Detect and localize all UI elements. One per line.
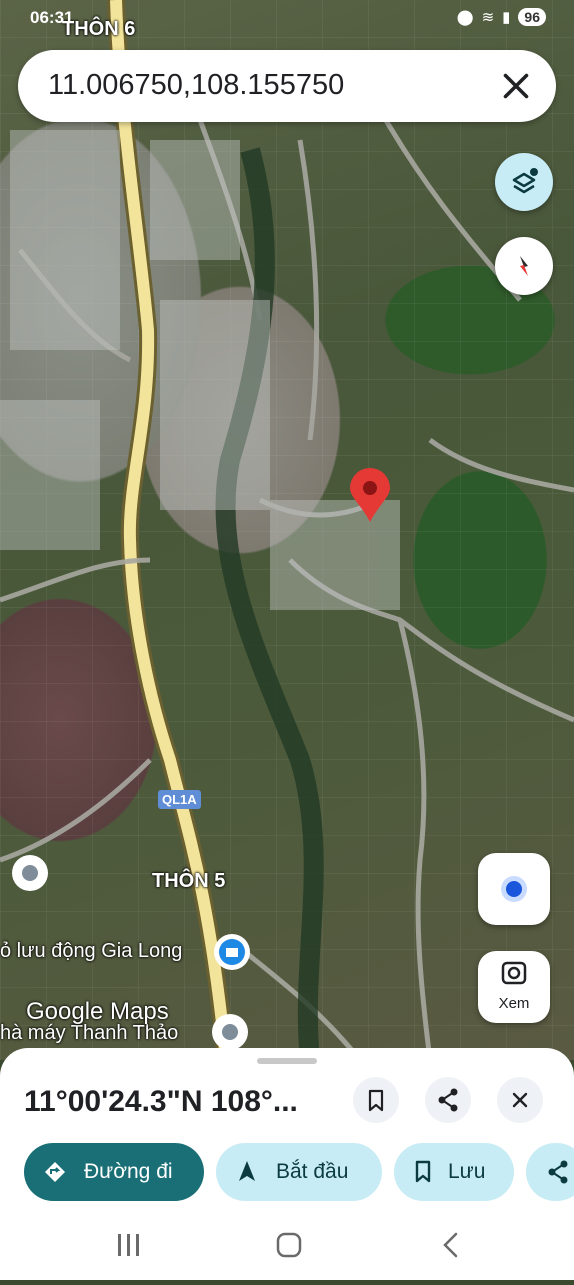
my-location-button[interactable] — [478, 853, 550, 925]
close-icon[interactable] — [498, 68, 534, 104]
share-chip-button[interactable] — [526, 1143, 574, 1201]
share-icon — [548, 1160, 568, 1184]
share-button[interactable] — [425, 1077, 471, 1123]
map-poi-gia-long[interactable]: ỏ lưu động Gia Long — [0, 940, 182, 963]
location-status-icon: ⬤ — [456, 9, 474, 26]
system-nav-bar — [0, 1210, 574, 1280]
sheet-drag-handle[interactable] — [257, 1058, 317, 1064]
road-shield-ql1a: QL1A — [158, 790, 201, 809]
bookmark-icon — [368, 1089, 384, 1112]
bookmark-icon — [415, 1160, 431, 1183]
status-icons: ⬤ ≋ ▮ 96 — [457, 8, 546, 26]
compass-icon — [520, 256, 528, 276]
system-nav-icons — [118, 1232, 458, 1258]
navigation-arrow-icon — [239, 1161, 255, 1181]
start-button[interactable]: Bắt đầu — [216, 1143, 382, 1201]
directions-label: Đường đi — [84, 1160, 173, 1183]
view-button-label: Xem — [498, 995, 530, 1012]
search-input[interactable]: 11.006750,108.155750 — [48, 69, 344, 102]
status-bar: 06:31 ⬤ ≋ ▮ 96 — [0, 0, 574, 40]
home-icon — [276, 1232, 302, 1258]
directions-button[interactable]: Đường đi — [24, 1143, 204, 1201]
close-sheet-button[interactable] — [497, 1077, 543, 1123]
back-icon — [443, 1232, 458, 1258]
bookmark-button[interactable] — [353, 1077, 399, 1123]
google-maps-watermark: Google Maps — [26, 998, 169, 1025]
wifi-icon: ≋ — [481, 9, 495, 26]
save-label: Lưu — [448, 1160, 486, 1183]
battery-indicator: 96 — [518, 8, 546, 26]
search-bar[interactable]: 11.006750,108.155750 — [18, 50, 556, 122]
view-button[interactable]: Xem — [478, 951, 550, 1023]
compass-button[interactable] — [495, 237, 553, 295]
map-label-thon5: THÔN 5 — [152, 870, 226, 892]
my-location-icon — [501, 876, 527, 902]
directions-icon — [45, 1162, 65, 1182]
start-label: Bắt đầu — [276, 1160, 349, 1183]
status-time: 06:31 — [30, 8, 74, 27]
recents-icon — [118, 1234, 139, 1256]
layers-icon — [512, 168, 538, 194]
save-button[interactable]: Lưu — [394, 1143, 514, 1201]
signal-icon: ▮ — [502, 9, 511, 26]
layers-button[interactable] — [495, 153, 553, 211]
close-icon — [512, 1092, 528, 1108]
lens-icon — [501, 961, 527, 985]
share-icon — [438, 1088, 458, 1112]
place-coordinates: 11°00'24.3"N 108°... — [24, 1085, 298, 1118]
